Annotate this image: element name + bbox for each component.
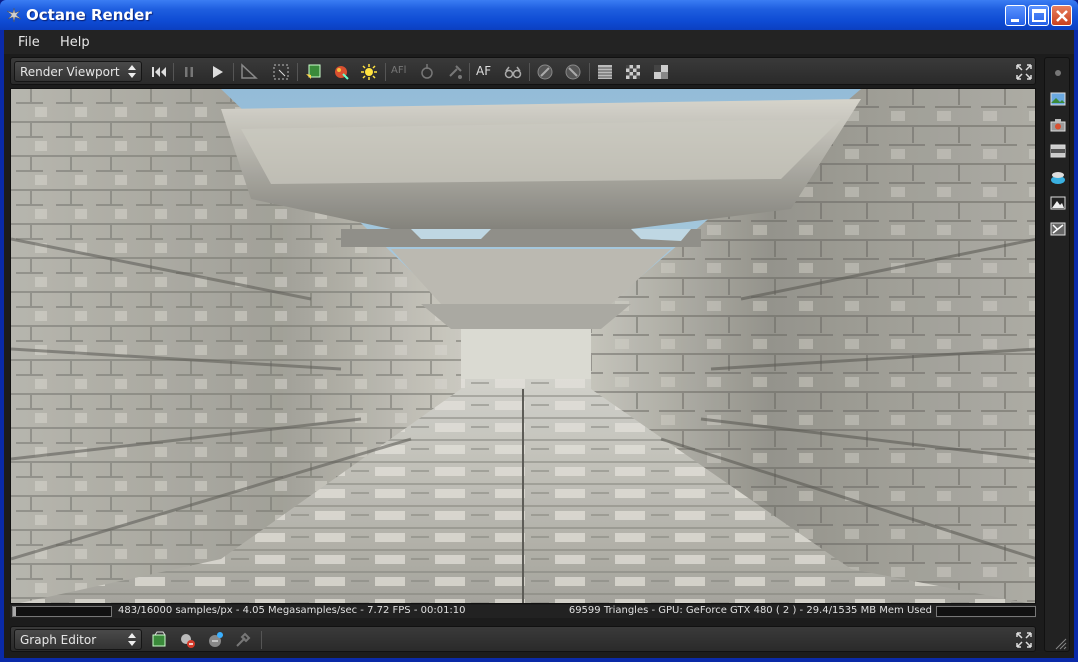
updown-arrow-icon (128, 633, 136, 646)
pause-icon[interactable] (179, 62, 199, 82)
minimize-button[interactable] (1005, 5, 1026, 26)
render-stats-text: 483/16000 samples/px - 4.05 Megasamples/… (118, 605, 466, 616)
restart-render-icon[interactable] (149, 62, 169, 82)
memory-usage-bar (936, 606, 1036, 617)
app-window: Octane Render File Help Render Viewport (0, 0, 1078, 662)
focus-picker-icon[interactable] (417, 62, 437, 82)
minimize-icon (1011, 19, 1019, 22)
toolbar-separator (589, 63, 590, 81)
graph-editor-toolbar: Graph Editor (10, 626, 1036, 652)
graph-editor-selector-label: Graph Editor (20, 633, 97, 647)
pick-object-icon[interactable] (303, 62, 323, 82)
pick-light-icon[interactable] (359, 62, 379, 82)
clay-render-icon[interactable] (563, 62, 583, 82)
white-balance-picker-icon[interactable] (445, 62, 465, 82)
split-view-icon[interactable] (651, 62, 671, 82)
resize-grip-icon[interactable] (1053, 636, 1067, 650)
maximize-button[interactable] (1028, 5, 1049, 26)
toolbar-separator (469, 63, 470, 81)
render-viewport[interactable] (10, 88, 1036, 604)
fullscreen-icon[interactable] (1014, 62, 1034, 82)
toolbar-separator (385, 63, 386, 81)
fullscreen-icon[interactable] (1014, 630, 1034, 650)
title-bar[interactable]: Octane Render (0, 0, 1078, 30)
viewport-selector[interactable]: Render Viewport (14, 61, 142, 82)
viewport-toolbar: Render Viewport AFl AF (10, 57, 1036, 85)
dock-handle-icon[interactable] (1049, 64, 1067, 82)
render-progress-bar (12, 606, 112, 617)
checker-grid-icon[interactable] (623, 62, 643, 82)
menu-help[interactable]: Help (60, 35, 90, 50)
close-icon (1056, 10, 1068, 22)
toolbar-separator (297, 63, 298, 81)
ruler-icon[interactable] (239, 62, 259, 82)
render-status-bar: 483/16000 samples/px - 4.05 Megasamples/… (10, 605, 1036, 618)
close-button[interactable] (1051, 5, 1072, 26)
client-area: File Help Render Viewport AFl AF 483/160… (4, 30, 1074, 658)
pick-material-icon[interactable] (331, 62, 351, 82)
subsample-grid-icon[interactable] (595, 62, 615, 82)
maximize-icon (1032, 9, 1046, 22)
toolbar-separator (233, 63, 234, 81)
window-title: Octane Render (26, 6, 152, 24)
toolbar-separator (261, 631, 262, 649)
region-select-icon[interactable] (271, 62, 291, 82)
stereo-glasses-icon[interactable] (503, 62, 523, 82)
camera-settings-icon[interactable] (1049, 116, 1067, 134)
lock-viewport-icon[interactable] (535, 62, 555, 82)
right-dock-sidebar (1044, 57, 1070, 652)
wrench-tool-icon[interactable] (233, 630, 253, 650)
rendered-image (11, 89, 1035, 603)
toolbar-separator (173, 63, 174, 81)
kernel-settings-icon[interactable] (1049, 220, 1067, 238)
node-graph-icon[interactable] (205, 630, 225, 650)
image-settings-icon[interactable] (1049, 90, 1067, 108)
environment-settings-icon[interactable] (1049, 168, 1067, 186)
play-icon[interactable] (207, 62, 227, 82)
scene-gpu-stats-text: 69599 Triangles - GPU: GeForce GTX 480 (… (568, 605, 932, 616)
updown-arrow-icon (128, 65, 136, 78)
menu-bar: File Help (4, 30, 1074, 54)
load-scene-icon[interactable] (149, 630, 169, 650)
delete-node-icon[interactable] (177, 630, 197, 650)
film-settings-icon[interactable] (1049, 142, 1067, 160)
octane-logo-icon (6, 7, 22, 23)
imager-settings-icon[interactable] (1049, 194, 1067, 212)
menu-file[interactable]: File (18, 35, 40, 50)
render-progress-fill (13, 607, 16, 616)
graph-editor-selector[interactable]: Graph Editor (14, 629, 142, 650)
autofocus-button[interactable]: AF (476, 64, 496, 84)
viewport-selector-label: Render Viewport (20, 65, 120, 79)
toolbar-separator (529, 63, 530, 81)
autofocus-pick-button[interactable]: AFl (391, 65, 411, 85)
